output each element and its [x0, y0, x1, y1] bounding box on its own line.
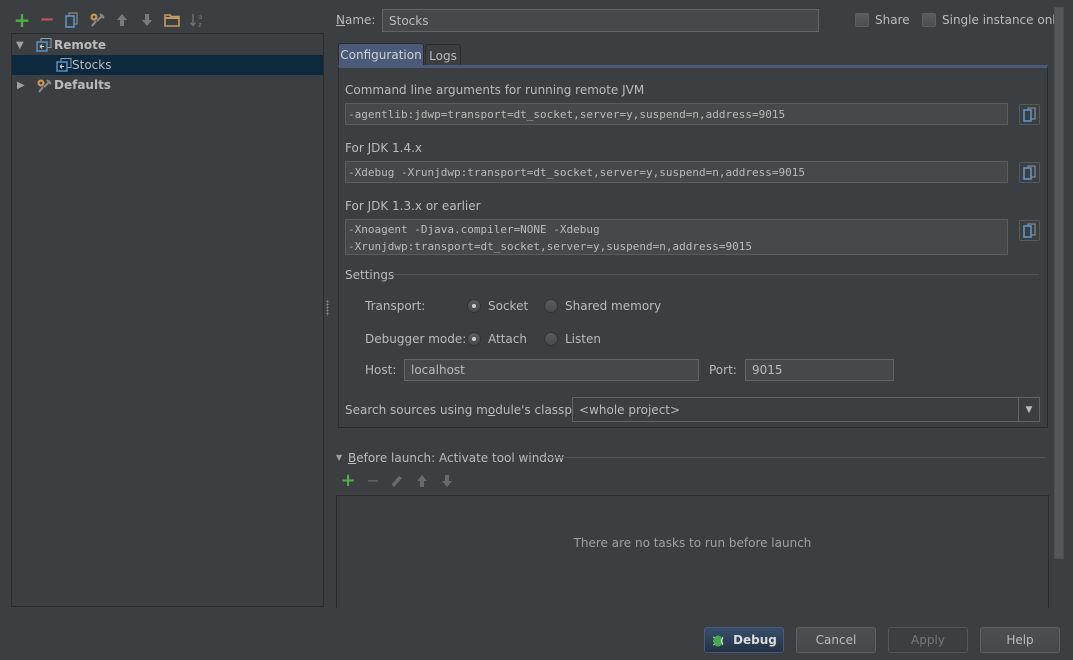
- host-label: Host:: [365, 363, 397, 377]
- sort-alphabetically-icon[interactable]: az: [188, 11, 206, 29]
- copy-cmd-args-button[interactable]: [1019, 104, 1040, 125]
- move-down-icon[interactable]: [138, 11, 156, 29]
- remove-task-icon[interactable]: −: [365, 473, 381, 489]
- help-label: Help: [1006, 633, 1034, 647]
- apply-button[interactable]: Apply: [888, 627, 968, 653]
- transport-shared-memory-radio[interactable]: [544, 299, 558, 313]
- debugger-attach-label: Attach: [488, 332, 527, 346]
- debugger-listen-radio[interactable]: [544, 332, 558, 346]
- debug-button[interactable]: Debug: [704, 627, 784, 653]
- debugger-listen-label: Listen: [565, 332, 601, 346]
- wrench-icon: [36, 78, 52, 93]
- tab-label: Logs: [429, 48, 457, 63]
- cancel-label: Cancel: [815, 633, 857, 647]
- name-label: Name:: [336, 13, 376, 27]
- debugger-attach-radio[interactable]: [467, 332, 481, 346]
- transport-label: Transport:: [365, 299, 426, 313]
- svg-text:a: a: [198, 13, 202, 21]
- single-instance-checkbox[interactable]: [922, 13, 936, 27]
- cancel-button[interactable]: Cancel: [796, 627, 876, 653]
- move-task-down-icon[interactable]: [441, 474, 453, 491]
- folder-icon[interactable]: [163, 11, 181, 29]
- jdk13-label: For JDK 1.3.x or earlier: [345, 199, 481, 213]
- single-instance-label: Single instance only: [942, 13, 1063, 27]
- host-input[interactable]: localhost: [404, 359, 699, 381]
- collapse-before-launch-icon[interactable]: ▼: [336, 453, 342, 462]
- empty-tasks-text: There are no tasks to run before launch: [573, 536, 812, 550]
- tab-label: Configuration: [340, 48, 422, 62]
- port-value: 9015: [752, 363, 783, 377]
- copy-jdk14-button[interactable]: [1019, 162, 1040, 183]
- jdk13-line1: -Xnoagent -Djava.compiler=NONE -Xdebug: [348, 223, 600, 236]
- classpath-combo[interactable]: <whole project> ▼: [572, 397, 1040, 422]
- cmd-args-field[interactable]: -agentlib:jdwp=transport=dt_socket,serve…: [345, 103, 1008, 125]
- copy-icon: [1023, 107, 1036, 122]
- settings-separator: [393, 274, 1039, 275]
- before-launch-task-list: There are no tasks to run before launch: [336, 495, 1049, 608]
- copy-icon[interactable]: [63, 11, 81, 29]
- remove-icon[interactable]: −: [38, 11, 56, 29]
- cmd-args-label: Command line arguments for running remot…: [345, 83, 645, 97]
- run-configurations-tree: ▼ Remote Stocks ▶ Defaults: [11, 33, 324, 607]
- port-input[interactable]: 9015: [745, 359, 894, 381]
- jdk14-value: -Xdebug -Xrunjdwp:transport=dt_socket,se…: [348, 166, 805, 179]
- tree-item-remote[interactable]: ▼ Remote: [12, 35, 323, 55]
- add-icon[interactable]: +: [13, 10, 31, 30]
- tree-item-label: Remote: [54, 38, 107, 52]
- vertical-scrollbar[interactable]: [1054, 7, 1064, 559]
- transport-socket-label: Socket: [488, 299, 529, 313]
- port-label: Port:: [709, 363, 737, 377]
- transport-socket-radio[interactable]: [467, 299, 481, 313]
- apply-label: Apply: [911, 633, 945, 647]
- debug-label: Debug: [733, 633, 777, 647]
- edit-task-icon[interactable]: [390, 474, 404, 491]
- tree-item-defaults[interactable]: ▶ Defaults: [12, 75, 323, 95]
- before-launch-separator: [541, 457, 1046, 458]
- svg-text:z: z: [198, 21, 202, 28]
- host-value: localhost: [411, 363, 465, 377]
- help-button[interactable]: Help: [980, 627, 1060, 653]
- tree-item-stocks[interactable]: Stocks: [12, 55, 323, 75]
- splitter-handle[interactable]: [326, 300, 329, 316]
- share-label: Share: [875, 13, 910, 27]
- transport-shared-memory-label: Shared memory: [565, 299, 662, 313]
- jdk14-field[interactable]: -Xdebug -Xrunjdwp:transport=dt_socket,se…: [345, 161, 1008, 183]
- copy-jdk13-button[interactable]: [1019, 220, 1040, 241]
- remote-config-icon: [56, 58, 72, 72]
- cmd-args-value: -agentlib:jdwp=transport=dt_socket,serve…: [348, 108, 786, 121]
- jdk13-field[interactable]: -Xnoagent -Djava.compiler=NONE -Xdebug -…: [345, 219, 1008, 255]
- tab-logs[interactable]: Logs: [425, 44, 461, 66]
- name-input[interactable]: Stocks: [382, 9, 819, 32]
- before-launch-title: Before launch: Activate tool window: [348, 451, 565, 465]
- copy-icon: [1023, 165, 1036, 180]
- dropdown-arrow-icon[interactable]: ▼: [1018, 398, 1039, 421]
- classpath-label: Search sources using module's classpath:: [345, 403, 596, 417]
- expand-arrow-icon[interactable]: ▼: [16, 40, 24, 51]
- copy-icon: [1023, 223, 1036, 238]
- share-checkbox[interactable]: [855, 13, 869, 27]
- tab-configuration[interactable]: Configuration: [338, 43, 424, 66]
- move-task-up-icon[interactable]: [416, 474, 428, 491]
- collapse-arrow-icon[interactable]: ▶: [17, 80, 25, 91]
- name-value: Stocks: [389, 13, 429, 28]
- tree-item-label: Defaults: [54, 78, 111, 92]
- edit-defaults-icon[interactable]: [88, 11, 106, 29]
- remote-config-icon: [36, 38, 52, 52]
- move-up-icon[interactable]: [113, 11, 131, 29]
- add-task-icon[interactable]: +: [340, 472, 356, 490]
- tree-item-label: Stocks: [72, 58, 112, 72]
- debugger-mode-label: Debugger mode:: [365, 332, 467, 346]
- settings-label: Settings: [345, 268, 395, 282]
- jdk13-line2: -Xrunjdwp:transport=dt_socket,server=y,s…: [348, 240, 752, 253]
- classpath-value: <whole project>: [579, 402, 681, 417]
- debug-bug-icon: [712, 635, 724, 647]
- jdk14-label: For JDK 1.4.x: [345, 141, 423, 155]
